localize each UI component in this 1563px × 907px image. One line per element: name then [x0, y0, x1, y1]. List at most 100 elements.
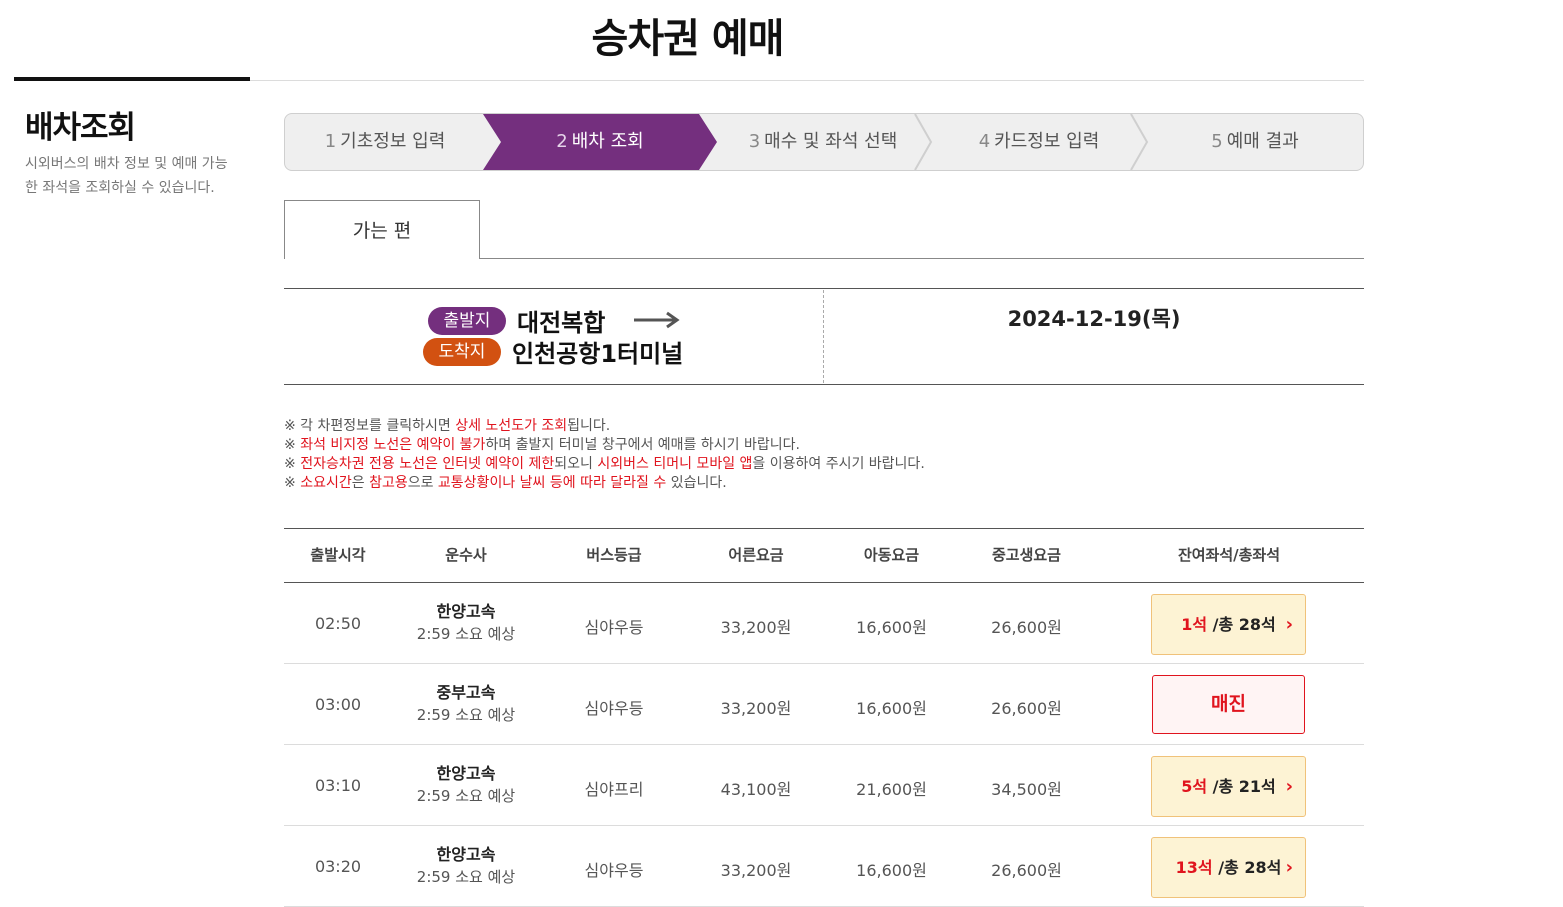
- adult-fare: 43,100원: [720, 780, 792, 799]
- departure-terminal: 대전복합: [517, 309, 606, 337]
- student-fare: 34,500원: [991, 780, 1062, 799]
- child-fare: 16,600원: [856, 699, 927, 718]
- step-5: 5 예매 결과: [1147, 114, 1363, 170]
- sidebar-title: 배차조회: [25, 110, 136, 146]
- route-divider: [823, 290, 824, 383]
- arrival-badge: 도착지: [423, 338, 501, 366]
- notice-highlight: 교통상황이나 날씨 등에 따라 달라질 수: [437, 475, 667, 491]
- departure-badge: 출발지: [428, 307, 506, 335]
- step-progress: 1 기초정보 입력 2 배차 조회 3 매수 및 좌석 선택 4 카드정보 입력 5 예매…: [284, 113, 1364, 171]
- student-fare: 26,600원: [991, 699, 1062, 718]
- departure-time: 02:50: [314, 614, 362, 633]
- bus-grade: 심야프리: [584, 780, 644, 799]
- notice-line: ※ 좌석 비지정 노선은 예약이 불가하며 출발지 터미널 창구에서 예매를 하…: [284, 436, 925, 455]
- step-number: 5: [1211, 131, 1223, 152]
- notice-line: ※ 소요시간은 참고용으로 교통상황이나 날씨 등에 따라 달라질 수 있습니다…: [284, 474, 925, 493]
- step-label: 카드정보 입력: [994, 131, 1100, 152]
- select-seat-button[interactable]: 5석 /총 21석 ›: [1151, 756, 1306, 817]
- bus-grade: 심야우등: [584, 618, 644, 637]
- step-1: 1 기초정보 입력: [285, 114, 485, 170]
- notice-text: ※: [284, 475, 301, 491]
- title-divider: [250, 80, 1364, 81]
- page-title: 승차권 예매: [591, 16, 785, 62]
- remaining-seats: 13석: [1175, 858, 1213, 877]
- departure-time: 03:00: [314, 695, 362, 714]
- select-seat-button[interactable]: 13석 /총 28석 ›: [1151, 837, 1306, 898]
- notice-highlight: 상세 노선도가 조회: [455, 418, 568, 434]
- company-name: 중부고속: [436, 683, 496, 702]
- step-label: 배차 조회: [571, 131, 644, 152]
- chevron-right-icon: ›: [1285, 614, 1293, 635]
- company-cell: 한양고속 2:59 소요 예상: [392, 843, 540, 889]
- notice-highlight: 소요시간: [300, 475, 352, 491]
- header-adult-fare: 어른요금: [728, 546, 784, 564]
- select-seat-button[interactable]: 1석 /총 28석 ›: [1151, 594, 1306, 655]
- step-number: 4: [978, 131, 991, 152]
- notice-text: 하며 출발지 터미널 창구에서 예매를 하시기 바랍니다.: [485, 437, 800, 453]
- notice-text: 됩니다.: [567, 418, 611, 434]
- sidebar-accent-bar: [14, 77, 250, 81]
- step-2-active: 2 배차 조회: [483, 114, 717, 170]
- duration: 2:59 소요 예상: [416, 625, 516, 643]
- tab-outbound[interactable]: 가는 편: [284, 200, 480, 259]
- total-seats: /총 28석: [1212, 858, 1282, 877]
- company-name: 한양고속: [436, 845, 496, 864]
- sidebar-description: 시외버스의 배차 정보 및 예매 가능한 좌석을 조회하실 수 있습니다.: [25, 156, 228, 196]
- company-cell: 한양고속 2:59 소요 예상: [392, 600, 540, 646]
- step-label: 예매 결과: [1226, 131, 1299, 152]
- bus-grade: 심야우등: [584, 861, 644, 880]
- header-departure-time: 출발시각: [310, 546, 366, 564]
- duration: 2:59 소요 예상: [416, 706, 516, 724]
- step-4: 4 카드정보 입력: [931, 114, 1147, 170]
- company-name: 한양고속: [436, 602, 496, 621]
- header-child-fare: 아동요금: [863, 546, 920, 564]
- table-row[interactable]: 03:10 한양고속 2:59 소요 예상 심야프리 43,100원 21,600…: [284, 745, 1364, 826]
- total-seats: /총 28석: [1207, 615, 1276, 634]
- child-fare: 16,600원: [856, 618, 927, 637]
- table-row[interactable]: 03:00 중부고속 2:59 소요 예상 심야우등 33,200원 16,600…: [284, 664, 1364, 745]
- step-label: 기초정보 입력: [340, 131, 446, 152]
- header-seats: 잔여좌석/총좌석: [1177, 546, 1281, 564]
- notice-highlight: 전자승차권 전용 노선은 인터넷 예약이 제한: [300, 456, 555, 472]
- header-bus-grade: 버스등급: [586, 546, 642, 564]
- notice-text: ※ 각 차편정보를 클릭하시면: [284, 418, 456, 434]
- child-fare: 21,600원: [856, 780, 927, 799]
- notice-highlight: 참고용: [369, 475, 408, 491]
- duration: 2:59 소요 예상: [416, 787, 516, 805]
- step-number: 3: [748, 131, 761, 152]
- notice-text: 있습니다.: [666, 475, 727, 491]
- arrival-terminal: 인천공항1터미널: [512, 340, 684, 368]
- departure-time: 03:10: [314, 776, 362, 795]
- remaining-seats: 5석: [1181, 777, 1208, 796]
- notice-line: ※ 전자승차권 전용 노선은 인터넷 예약이 제한되오니 시외버스 티머니 모바…: [284, 455, 925, 474]
- notice-text: 되오니: [554, 456, 598, 472]
- company-name: 한양고속: [436, 764, 496, 783]
- total-seats: /총 21석: [1207, 777, 1276, 796]
- notice-text: ※: [284, 437, 301, 453]
- step-label: 매수 및 좌석 선택: [764, 131, 898, 152]
- departure-time: 03:20: [314, 857, 362, 876]
- table-row[interactable]: 02:50 한양고속 2:59 소요 예상 심야우등 33,200원 16,600…: [284, 583, 1364, 664]
- step-3: 3 매수 및 좌석 선택: [715, 114, 931, 170]
- adult-fare: 33,200원: [720, 861, 792, 880]
- adult-fare: 33,200원: [720, 618, 792, 637]
- bus-grade: 심야우등: [584, 699, 644, 718]
- notice-list: ※ 각 차편정보를 클릭하시면 상세 노선도가 조회됩니다. ※ 좌석 비지정 노…: [284, 417, 925, 493]
- remaining-seats: 1석: [1181, 615, 1208, 634]
- chevron-right-icon: ›: [1285, 857, 1293, 878]
- header-student-fare: 중고생요금: [991, 546, 1061, 564]
- step-number: 1: [324, 131, 337, 152]
- notice-text: 으로: [407, 475, 438, 491]
- company-cell: 한양고속 2:59 소요 예상: [392, 762, 540, 808]
- child-fare: 16,600원: [856, 861, 927, 880]
- arrow-right-icon: [633, 309, 681, 335]
- table-row[interactable]: 03:20 한양고속 2:59 소요 예상 심야우등 33,200원 16,600…: [284, 826, 1364, 907]
- duration: 2:59 소요 예상: [416, 868, 516, 886]
- tab-underline: [479, 258, 1364, 259]
- student-fare: 26,600원: [991, 618, 1062, 637]
- schedule-table-header: 출발시각 운수사 버스등급 어른요금 아동요금 중고생요금 잔여좌석/총좌석: [284, 528, 1364, 583]
- student-fare: 26,600원: [991, 861, 1062, 880]
- company-cell: 중부고속 2:59 소요 예상: [392, 681, 540, 727]
- notice-text: 은: [351, 475, 370, 491]
- notice-text: ※: [284, 456, 301, 472]
